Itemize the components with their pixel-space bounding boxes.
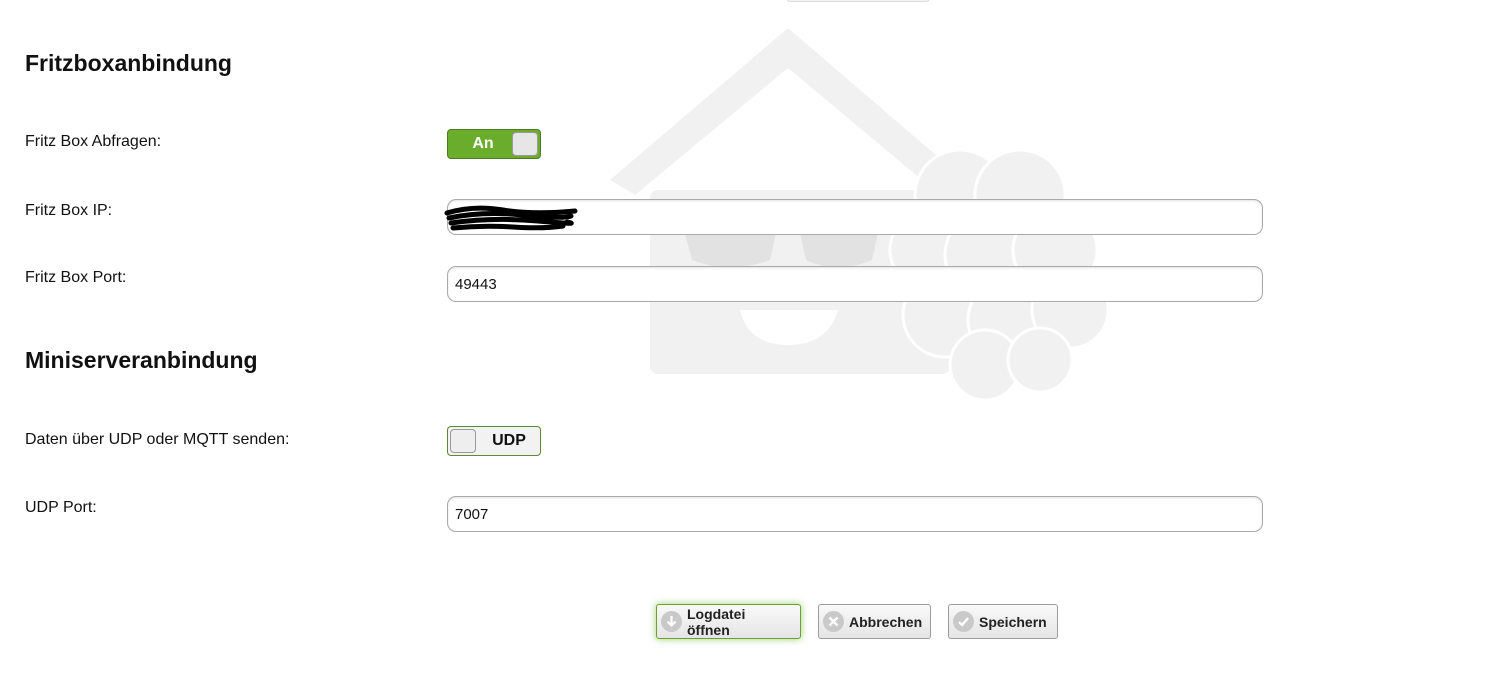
protocol-toggle[interactable]: UDP bbox=[447, 426, 541, 456]
open-logfile-label: Logdatei öffnen bbox=[687, 605, 746, 638]
section-title-miniserver: Miniserveranbindung bbox=[25, 347, 258, 373]
udp-port-input[interactable] bbox=[447, 496, 1263, 532]
udp-port-label: UDP Port: bbox=[25, 499, 97, 516]
cancel-button[interactable]: Abbrechen bbox=[818, 604, 931, 639]
cancel-label: Abbrechen bbox=[849, 613, 923, 630]
fritz-ip-label: Fritz Box IP: bbox=[25, 202, 113, 219]
protocol-toggle-text: UDP bbox=[492, 432, 526, 449]
x-circle-icon bbox=[823, 611, 844, 632]
save-button[interactable]: Speichern bbox=[948, 604, 1058, 639]
top-tab-edge bbox=[786, 0, 930, 2]
toggle-knob bbox=[512, 132, 538, 156]
section-title-fritzbox: Fritzboxanbindung bbox=[25, 50, 232, 76]
redaction-scribble bbox=[444, 205, 578, 231]
fritz-query-toggle[interactable]: An bbox=[447, 129, 541, 159]
fritz-port-input[interactable] bbox=[447, 266, 1263, 302]
fritz-query-toggle-text: An bbox=[472, 135, 494, 152]
fritz-port-label: Fritz Box Port: bbox=[25, 269, 127, 286]
fritz-query-label: Fritz Box Abfragen: bbox=[25, 133, 162, 150]
save-label: Speichern bbox=[979, 613, 1047, 630]
toggle-knob bbox=[450, 429, 476, 453]
arrow-down-circle-icon bbox=[661, 611, 682, 632]
protocol-label: Daten über UDP oder MQTT senden: bbox=[25, 431, 290, 448]
open-logfile-button[interactable]: Logdatei öffnen bbox=[656, 604, 801, 639]
check-circle-icon bbox=[953, 611, 974, 632]
